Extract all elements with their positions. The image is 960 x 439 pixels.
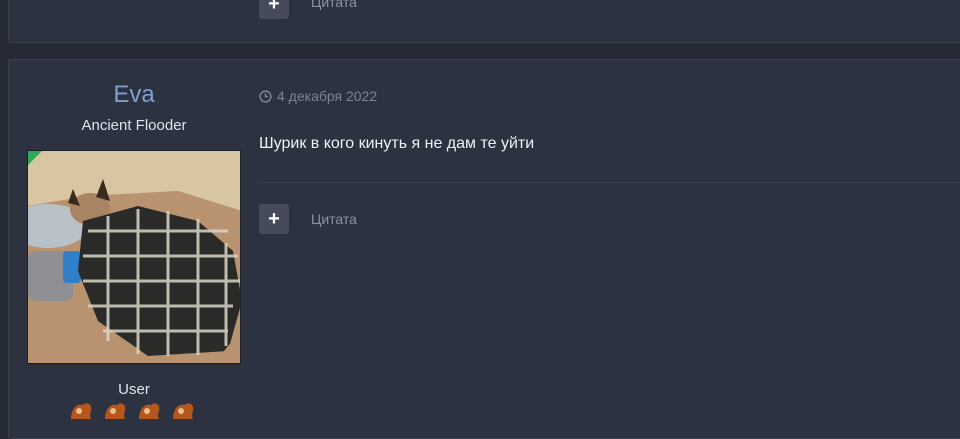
plus-icon: +	[268, 208, 280, 230]
plus-icon: +	[268, 0, 280, 15]
post-divider	[259, 182, 960, 183]
post-date[interactable]: 4 декабря 2022	[259, 88, 377, 104]
previous-post: + Цитата	[8, 0, 960, 43]
quote-plus-button[interactable]: +	[259, 0, 289, 19]
user-group: User	[118, 381, 150, 398]
rank-icon	[105, 403, 126, 419]
avatar[interactable]	[27, 150, 241, 364]
author-title: Ancient Flooder	[81, 117, 187, 134]
quote-label[interactable]: Цитата	[311, 0, 357, 10]
post: Eva Ancient Flooder User 4 декабря 2022 …	[8, 59, 960, 439]
post-content: Шурик в кого кинуть я не дам те уйти	[259, 135, 535, 152]
author-name[interactable]: Eva	[27, 81, 241, 109]
quote-label[interactable]: Цитата	[311, 211, 357, 227]
rank-icon	[173, 403, 194, 419]
clock-icon	[259, 89, 272, 103]
post-date-text: 4 декабря 2022	[277, 88, 378, 104]
rank-icon	[71, 403, 92, 419]
quote-plus-button[interactable]: +	[259, 204, 289, 234]
online-indicator	[28, 151, 42, 165]
avatar-image	[28, 151, 240, 363]
rank-icons	[67, 399, 207, 419]
rank-icon	[139, 403, 160, 419]
